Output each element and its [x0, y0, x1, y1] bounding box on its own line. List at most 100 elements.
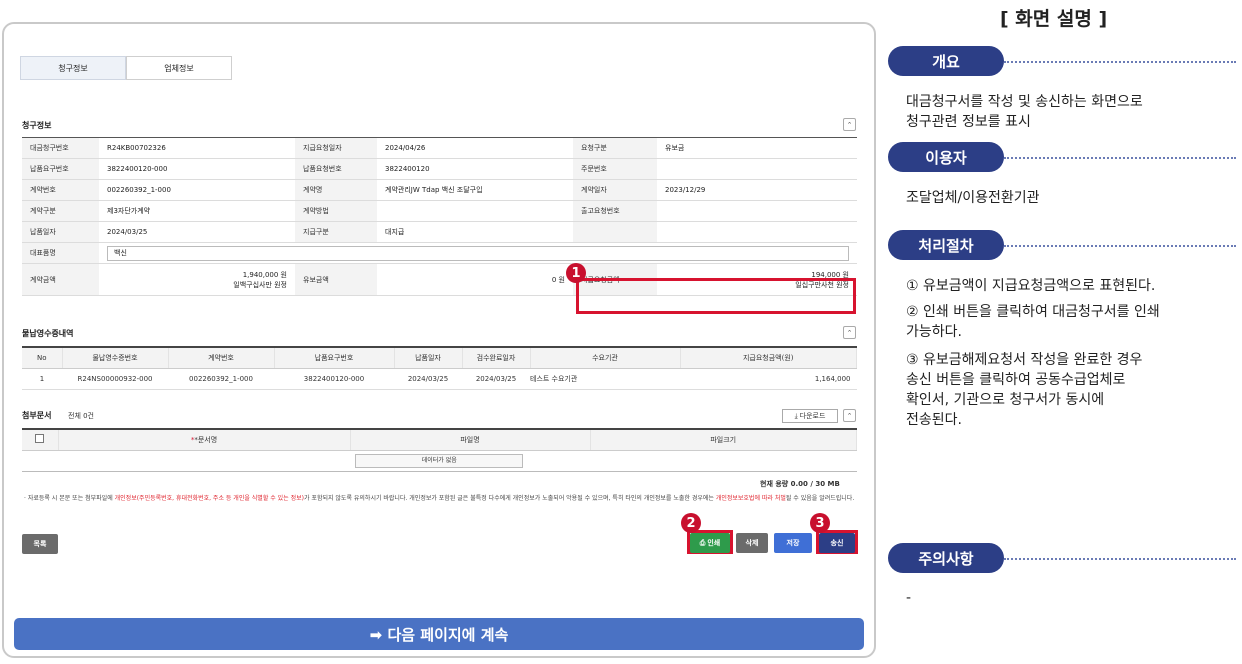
highlight-box-1: [576, 278, 856, 314]
billing-field-value: [377, 200, 573, 222]
tab-company-info[interactable]: 업체정보: [126, 56, 232, 80]
notice-part-e: 될 수 있음을 알려드립니다.: [785, 495, 855, 502]
privacy-notice: · 자료등록 시 본문 또는 첨부파일에 개인정보(주민등록번호, 휴대전화번호…: [24, 494, 860, 504]
billing-field-value: 계약관리JW Tdap 백신 조달구입: [377, 179, 573, 201]
billing-field-value: 002260392_1-000: [99, 179, 295, 201]
caution-divider: [1004, 558, 1236, 560]
download-label: 다운로드: [799, 412, 826, 420]
print-icon: ⎙: [699, 538, 706, 547]
user-heading: 이용자: [888, 142, 1004, 172]
billing-field-label: 주문번호: [573, 158, 657, 180]
billing-field-label: [573, 221, 657, 243]
download-button[interactable]: ⤓ 다운로드: [782, 409, 838, 423]
table-row[interactable]: 1 R24NS00000932-000 002260392_1-000 3822400…: [22, 368, 857, 390]
billing-field-label: 납품요구번호: [22, 158, 99, 180]
overview-heading: 개요: [888, 46, 1004, 76]
receipt-cell: 2024/03/25: [394, 368, 462, 390]
process-divider: [1004, 245, 1236, 247]
col-doc-name: **문서명: [58, 429, 351, 451]
billing-info-table: 대금청구번호 R24KB00702326 지급요청일자 2024/04/26 요청구분 유…: [22, 137, 857, 296]
billing-section-title: 청구정보: [22, 121, 52, 130]
overview-text: 대금청구서를 작성 및 송신하는 화면으로 청구관련 정보를 표시: [906, 94, 1143, 130]
contract-amount-words: 일백구십사만 원정: [233, 280, 287, 289]
col-doc-name-label: *문서명: [194, 435, 218, 444]
billing-field-label: 계약방법: [295, 200, 377, 222]
capacity-text: 현재 용량 0.00 / 30 MB: [760, 480, 840, 488]
billing-field-value: 대지급: [377, 221, 573, 243]
save-button[interactable]: 저장: [774, 533, 812, 553]
billing-field-value: 유보금: [657, 137, 857, 159]
billing-field-value: 2024/03/25: [99, 221, 295, 243]
billing-row: 계약번호 002260392_1-000 계약명 계약관리JW Tdap 백신 조달구…: [22, 179, 857, 201]
receipt-col-header: 검수완료일자: [462, 347, 531, 369]
panel-title: [ 화면 설명 ]: [1000, 8, 1108, 30]
billing-field-value: [657, 221, 857, 243]
receipt-cell: 002260392_1-000: [168, 368, 274, 390]
screen-frame: [2, 22, 876, 658]
billing-field-label: 납품요청번호: [295, 158, 377, 180]
receipt-col-header: No: [22, 347, 63, 369]
col-file-size: 파일크기: [590, 429, 857, 451]
contract-amount: 1,940,000 원: [242, 270, 287, 279]
receipt-col-header: 납품요구번호: [274, 347, 395, 369]
receipt-col-header: 수요기관: [530, 347, 681, 369]
billing-row: 납품일자 2024/03/25 지급구분 대지급: [22, 221, 857, 243]
retention-label: 유보금액: [295, 263, 377, 296]
billing-field-label: 지급요청일자: [295, 137, 377, 159]
select-all-checkbox[interactable]: [35, 434, 45, 444]
receipt-cell: 3822400120-000: [274, 368, 394, 390]
item-input[interactable]: 백신: [107, 245, 849, 261]
receipt-col-header: 납품일자: [394, 347, 463, 369]
step-badge-1: 1: [566, 263, 586, 283]
empty-data-message: 데이터가 없음: [355, 453, 524, 468]
tab-bar: 청구정보 업체정보: [20, 56, 232, 80]
receipt-cell: 1: [22, 368, 62, 390]
attach-table: **문서명 파일명 파일크기 데이터가 없음: [22, 428, 857, 472]
delete-button[interactable]: 삭제: [736, 533, 768, 553]
step-badge-3: 3: [810, 513, 830, 533]
receipt-section-title: 물납영수증내역: [22, 329, 74, 338]
process-heading: 처리절차: [888, 230, 1004, 260]
attach-collapse-icon[interactable]: ⌃: [843, 409, 856, 422]
receipt-col-header: 계약번호: [168, 347, 275, 369]
billing-field-label: 계약명: [295, 179, 377, 201]
billing-field-label: 지급구분: [295, 221, 377, 243]
contract-amount-label: 계약금액: [22, 263, 99, 296]
select-all-cell: [22, 429, 59, 451]
notice-part-d: 개인정보보호법에 따라 처벌: [715, 495, 786, 502]
receipt-cell: R24NS00000932-000: [62, 368, 168, 390]
col-file-name: 파일명: [350, 429, 591, 451]
receipt-cell: 테스트 수요기관: [530, 368, 680, 390]
list-button[interactable]: 목록: [22, 534, 58, 554]
billing-field-label: 계약일자: [573, 179, 657, 201]
download-icon: ⤓: [794, 411, 798, 420]
billing-field-label: 출고요청번호: [573, 200, 657, 222]
continue-next-page-bar: ➡ 다음 페이지에 계속: [14, 618, 864, 650]
billing-field-value: 2023/12/29: [657, 179, 857, 201]
billing-row: 납품요구번호 3822400120-000 납품요청번호 3822400120 주문번호: [22, 158, 857, 180]
process-step-3: ③ 유보금해제요청서 작성을 완료한 경우 송신 버튼을 클릭하여 공동수급업체…: [906, 352, 1143, 428]
print-button[interactable]: ⎙ 인쇄: [690, 533, 730, 553]
tab-billing-info[interactable]: 청구정보: [20, 56, 126, 80]
billing-field-label: 납품일자: [22, 221, 99, 243]
billing-row: 대금청구번호 R24KB00702326 지급요청일자 2024/04/26 요청구분 유…: [22, 137, 857, 159]
billing-collapse-icon[interactable]: ⌃: [843, 118, 856, 131]
overview-divider: [1004, 61, 1236, 63]
notice-part-b: 개인정보(주민등록번호, 휴대전화번호, 주소 등 개인을 식별할 수 있는 정…: [114, 495, 304, 502]
receipt-cell: 1,164,000: [680, 368, 857, 390]
process-step-1: ① 유보금액이 지급요청금액으로 표현된다.: [906, 278, 1156, 294]
receipt-col-header: 지급요청금액(원): [680, 347, 857, 369]
notice-part-a: · 자료등록 시 본문 또는 첨부파일에: [24, 495, 115, 502]
receipt-collapse-icon[interactable]: ⌃: [843, 326, 856, 339]
print-label: 인쇄: [707, 539, 721, 547]
user-divider: [1004, 157, 1236, 159]
billing-row: 계약구분 제3자단가계약 계약방법 출고요청번호: [22, 200, 857, 222]
billing-field-label: 대금청구번호: [22, 137, 99, 159]
send-button[interactable]: 송신: [819, 533, 855, 553]
step-badge-2: 2: [681, 513, 701, 533]
attach-section-title: 첨부문서: [22, 411, 52, 420]
receipt-col-header: 물납영수증번호: [62, 347, 169, 369]
billing-field-label: 계약구분: [22, 200, 99, 222]
item-label: 대표품명: [22, 242, 99, 264]
billing-field-value: 3822400120: [377, 158, 573, 180]
